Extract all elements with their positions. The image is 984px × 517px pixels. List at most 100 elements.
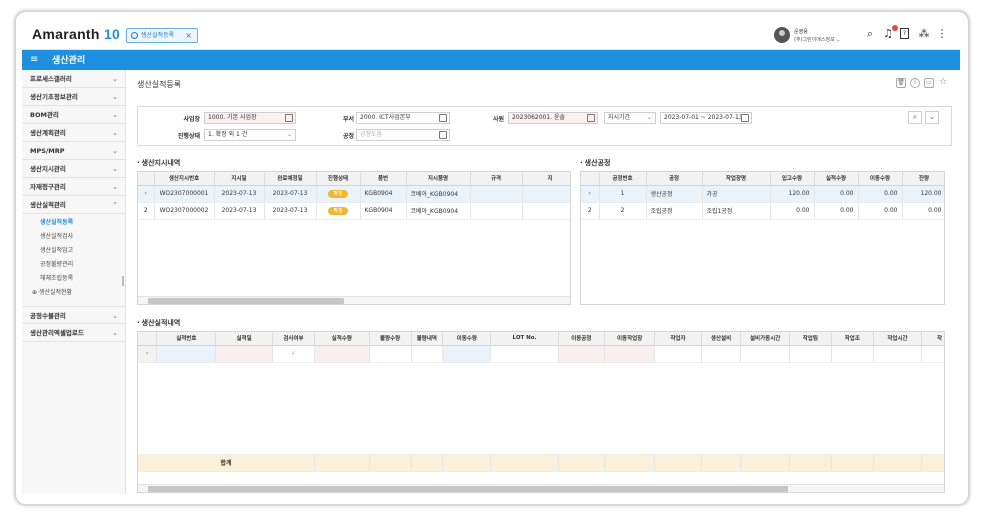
cell[interactable] xyxy=(215,345,273,363)
cell[interactable]: WO2307000002 xyxy=(154,202,215,220)
cell[interactable]: 0.00 xyxy=(770,202,815,220)
sidebar-item-excel-upload[interactable]: 생산관리엑셀업로드 ⌄ xyxy=(22,324,126,342)
period-type-select[interactable]: 지시기간 ⌄ xyxy=(604,112,656,124)
sidebar-subitem-disassembly[interactable]: 해체조립등록 xyxy=(40,272,126,286)
col-header[interactable]: 이동작업장 xyxy=(604,332,656,346)
cell[interactable] xyxy=(740,345,790,363)
col-header[interactable]: 이동수량 xyxy=(858,172,903,186)
cell[interactable] xyxy=(701,345,742,363)
calendar-icon[interactable] xyxy=(741,114,749,122)
cell[interactable] xyxy=(921,345,944,363)
cell[interactable] xyxy=(604,345,656,363)
col-header[interactable]: 설비가동시간 xyxy=(740,332,790,346)
cell[interactable] xyxy=(490,345,559,363)
col-header[interactable]: 작업장명 xyxy=(702,172,771,186)
cell[interactable]: 2023-07-13 xyxy=(264,185,317,203)
lookup-icon[interactable] xyxy=(439,131,447,139)
scroll-thumb[interactable] xyxy=(148,298,344,304)
table-row[interactable]: 2 WO2307000002 2023-07-13 2023-07-13 확정 … xyxy=(138,202,570,220)
cell[interactable] xyxy=(314,345,370,363)
cell[interactable] xyxy=(470,202,523,220)
search-icon[interactable]: ⌕ xyxy=(864,28,876,40)
sidebar-resize-handle[interactable] xyxy=(122,276,124,286)
star-icon[interactable]: ☆ xyxy=(938,78,948,88)
col-header[interactable]: 실적일 xyxy=(215,332,273,346)
period-range-field[interactable]: 2023-07-01 ~ 2023-07-13 xyxy=(660,112,752,124)
col-header[interactable]: 생산설비 xyxy=(701,332,742,346)
col-header[interactable]: 진행상태 xyxy=(316,172,361,186)
delete-icon[interactable]: 🗑 xyxy=(896,78,906,88)
col-header[interactable]: 작업시간 xyxy=(873,332,923,346)
cell[interactable] xyxy=(654,345,702,363)
cell[interactable] xyxy=(522,185,570,203)
table-row[interactable]: › 1 생산공정 가공 120.00 0.00 0.00 120.00 xyxy=(581,185,944,203)
horizontal-scrollbar[interactable] xyxy=(138,296,570,304)
cell[interactable]: 코베아_KGB0904 xyxy=(406,185,471,203)
col-header[interactable]: 규격 xyxy=(470,172,523,186)
sidebar-subitem-perf-inspect[interactable]: 생산실적검사 xyxy=(40,230,126,244)
sidebar-item-process-stock[interactable]: 공정수불관리 ⌄ xyxy=(22,306,126,324)
table-row[interactable]: 2 2 조립공정 조립1공정 0.00 0.00 0.00 0.00 xyxy=(581,202,944,220)
col-header[interactable]: 작업조 xyxy=(831,332,874,346)
close-icon[interactable]: × xyxy=(185,29,192,42)
sidebar-item-performance[interactable]: 생산실적관리 ⌃ xyxy=(22,196,126,214)
lookup-icon[interactable] xyxy=(587,114,595,122)
cell[interactable]: 2023-07-13 xyxy=(214,185,265,203)
cell[interactable]: 가공 xyxy=(702,185,771,203)
document-icon[interactable]: ? xyxy=(900,28,909,39)
col-header[interactable]: 이동수량 xyxy=(442,332,492,346)
cell[interactable] xyxy=(873,345,923,363)
cell[interactable]: 생산공정 xyxy=(646,185,703,203)
cell[interactable]: KGB0904 xyxy=(360,202,407,220)
sidebar-item-basic-info[interactable]: 생산기초정보관리 ⌄ xyxy=(22,88,126,106)
col-header[interactable]: 검사여부 xyxy=(272,332,315,346)
col-header[interactable]: 이동공정 xyxy=(558,332,605,346)
check-icon[interactable]: ✓ xyxy=(272,345,315,363)
info-icon[interactable]: i xyxy=(910,78,920,88)
cell[interactable] xyxy=(831,345,874,363)
cell[interactable]: 2 xyxy=(599,202,647,220)
emp-field[interactable]: 2023062001. 윤솔 xyxy=(508,112,598,124)
search-button[interactable]: ⌕ xyxy=(908,111,922,124)
sidebar-subitem-defect[interactable]: 공정불량관리 xyxy=(40,258,126,272)
sidebar-subitem-perf-receipt[interactable]: 생산실적입고 xyxy=(40,244,126,258)
horizontal-scrollbar[interactable] xyxy=(138,484,944,492)
cell[interactable] xyxy=(470,185,523,203)
col-header[interactable]: 생산지시번호 xyxy=(154,172,215,186)
biz-field[interactable]: 1000. 기본 사업장 xyxy=(204,112,296,124)
col-header[interactable]: 품번 xyxy=(360,172,407,186)
dept-field[interactable]: 2000. ICT사업본부 xyxy=(356,112,450,124)
cell[interactable]: 2023-07-13 xyxy=(214,202,265,220)
col-header[interactable]: 실적번호 xyxy=(156,332,217,346)
table-row[interactable]: › ✓ xyxy=(138,345,944,363)
cell[interactable]: 코베아_KGB0904 xyxy=(406,202,471,220)
col-header[interactable]: 불량수량 xyxy=(369,332,412,346)
cell[interactable]: 0.00 xyxy=(814,202,859,220)
col-header[interactable]: 실적수량 xyxy=(814,172,859,186)
sidebar-item-plan[interactable]: 생산계획관리 ⌄ xyxy=(22,124,126,142)
col-header[interactable]: 공정번호 xyxy=(599,172,647,186)
expand-button[interactable]: ⌄ xyxy=(925,111,939,124)
lookup-icon[interactable] xyxy=(439,114,447,122)
table-row[interactable]: › WO2307000001 2023-07-13 2023-07-13 확정 … xyxy=(138,185,570,203)
cell[interactable]: 0.00 xyxy=(858,202,903,220)
cell[interactable] xyxy=(789,345,832,363)
menu-icon[interactable]: ≡ xyxy=(30,55,40,65)
col-header[interactable]: 실적수량 xyxy=(314,332,370,346)
sidebar-subitem-perf-status[interactable]: ⊕ 생산실적현황 xyxy=(32,286,118,300)
col-header[interactable]: LOT No. xyxy=(490,332,559,346)
col-header[interactable]: 잔량 xyxy=(902,172,944,186)
col-header[interactable]: 작업자 xyxy=(654,332,702,346)
cell[interactable] xyxy=(411,345,444,363)
col-header[interactable]: 입고수량 xyxy=(770,172,815,186)
cell[interactable]: 0.00 xyxy=(902,202,944,220)
cell[interactable] xyxy=(558,345,605,363)
cell[interactable]: 2023-07-13 xyxy=(264,202,317,220)
sidebar-subitem-perf-register[interactable]: 생산실적등록 xyxy=(40,216,126,230)
scroll-thumb[interactable] xyxy=(148,486,788,492)
cell[interactable] xyxy=(522,202,570,220)
cell[interactable]: 120.00 xyxy=(902,185,944,203)
col-header[interactable]: 지 xyxy=(522,172,570,186)
more-vert-icon[interactable]: ⋮ xyxy=(936,28,948,40)
cell[interactable]: KGB0904 xyxy=(360,185,407,203)
